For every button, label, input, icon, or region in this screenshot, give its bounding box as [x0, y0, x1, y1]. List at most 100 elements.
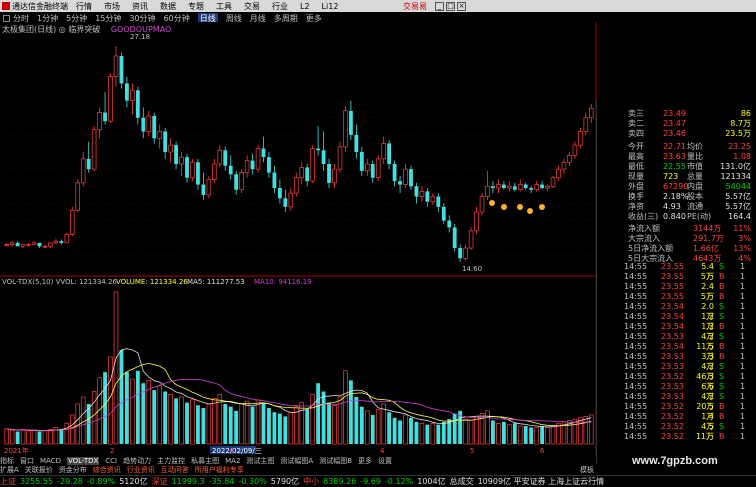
- kline-chart[interactable]: 23.0022.0021.0020.0019.0018.0017.0016.00…: [0, 22, 600, 456]
- menu-item-market[interactable]: 市场: [104, 1, 120, 12]
- menu-item-l2[interactable]: L2: [300, 2, 310, 11]
- tick-price: 23.55: [661, 262, 684, 271]
- volume-bar: [103, 372, 107, 444]
- zx-label[interactable]: 中小: [303, 476, 319, 487]
- volume-bar: [463, 418, 468, 445]
- template-button[interactable]: 模板: [580, 465, 594, 475]
- stat-row: 今开 22.71 均价 23.25: [597, 142, 753, 152]
- candle-body: [468, 230, 474, 249]
- menu-item-topics[interactable]: 专题: [188, 1, 204, 12]
- indicator-tab[interactable]: MACD: [40, 457, 61, 465]
- volume-bar: [496, 422, 501, 445]
- info-tab[interactable]: 扩展A: [0, 465, 19, 475]
- candle-body: [70, 209, 75, 235]
- candle-body: [267, 157, 271, 173]
- volume-bar: [152, 390, 157, 444]
- stat-value: 22.55: [663, 162, 686, 171]
- volume-bar: [332, 404, 337, 445]
- indicator-tab[interactable]: 设置: [378, 456, 392, 466]
- info-tab[interactable]: 互动问答: [161, 465, 189, 475]
- tick-side: S: [719, 372, 725, 381]
- menu-item-data[interactable]: 数据: [160, 1, 176, 12]
- zx-amount: 1004亿: [417, 477, 446, 486]
- tick-count: 1: [740, 262, 746, 271]
- volume-bar: [119, 350, 124, 444]
- indicator-tab[interactable]: 测试主图: [246, 456, 274, 466]
- stock-name: 太极集团(日线): [2, 25, 57, 34]
- candle-body: [359, 152, 364, 171]
- menu-item-quotes[interactable]: 行情: [76, 1, 92, 12]
- volume-bar: [343, 370, 348, 445]
- indicator-tabs: 指标 窗口 MACD VOL-TDX CCI 趋势动力 主力监控 私募主图 MA2 测试主图 测试幅…: [0, 456, 600, 465]
- tick-side: B: [719, 342, 725, 351]
- signal-marker: [501, 204, 507, 210]
- info-tab[interactable]: 资金分布: [59, 465, 87, 475]
- info-tab[interactable]: 所用户福利专享: [195, 465, 244, 475]
- info-tab[interactable]: 综合资讯: [93, 465, 121, 475]
- candle-body: [425, 191, 430, 202]
- menu-bar: 通达信金融终端 行情 市场 资讯 数据 专题 工具 交易 行业 L2 Li12 …: [0, 0, 756, 12]
- volume-bar: [255, 399, 261, 445]
- watermark: www.7gpzb.com: [632, 455, 718, 467]
- maximize-icon[interactable]: □: [446, 1, 455, 11]
- tick-price: 23.53: [661, 362, 684, 371]
- tick-side: S: [719, 312, 725, 321]
- minimize-icon[interactable]: _: [435, 1, 444, 11]
- tick-count: 1: [740, 302, 746, 311]
- volume-bar: [491, 420, 495, 444]
- candle-body: [272, 172, 277, 188]
- volume-bar: [578, 417, 583, 445]
- candle-body: [321, 150, 326, 164]
- volume-bar: [468, 420, 474, 445]
- indicator-tab[interactable]: CCI: [105, 457, 117, 465]
- volume-bar: [70, 414, 75, 445]
- candle-body: [141, 117, 146, 132]
- tick-volume: 5万: [700, 272, 714, 281]
- candle-body: [589, 107, 594, 119]
- tick-volume: 5万: [700, 292, 714, 301]
- tick-price: 23.52: [661, 422, 684, 431]
- candle-body: [414, 186, 419, 197]
- tick-row: 14:55 23.53 4.2万 S 1: [624, 362, 756, 381]
- info-tab[interactable]: 关联报价: [25, 465, 53, 475]
- sz-label[interactable]: 深证: [152, 476, 168, 487]
- ma5-value: MA5: 111277.53: [187, 278, 245, 286]
- indicator-tab[interactable]: VOL-TDX: [66, 456, 100, 465]
- volume-title: VOL-TDX(5,10) VVOL: 121334.26: [2, 278, 117, 286]
- broker-info: 10909亿 平安证券 上海上证云行情: [477, 477, 605, 486]
- date-cursor-label: 2022/02/09/三: [212, 447, 262, 455]
- indicator-tab[interactable]: 测试幅图A: [280, 456, 313, 466]
- tick-count: 1: [740, 382, 746, 391]
- info-tab[interactable]: 行业资讯: [127, 465, 155, 475]
- stat-row: 最高 23.63 量比 1.08: [597, 152, 753, 162]
- volume-bar: [392, 417, 397, 444]
- sh-label[interactable]: 上证: [0, 476, 16, 487]
- indicator-tab[interactable]: 测试幅图B: [319, 456, 352, 466]
- close-icon[interactable]: ×: [457, 1, 466, 11]
- tick-count: 1: [740, 392, 746, 401]
- trade-button[interactable]: 交易易: [403, 1, 427, 12]
- x-axis-label: 5: [470, 447, 474, 455]
- stat-label-2: 均价: [687, 142, 703, 151]
- volume-bar: [534, 427, 539, 445]
- volume-bar: [163, 391, 168, 444]
- stat-row: 净资 4.93 流通 5.57亿: [597, 202, 753, 212]
- indicator-tab[interactable]: 更多: [358, 456, 372, 466]
- menu-item-tools[interactable]: 工具: [216, 1, 232, 12]
- menu-item-news[interactable]: 资讯: [132, 1, 148, 12]
- candle-body: [190, 161, 195, 179]
- flow-pct: 11%: [733, 224, 751, 233]
- volume-bar: [157, 385, 162, 445]
- flow-row: 5日净流入额 1.66亿 13%: [597, 244, 753, 254]
- tick-count: 1: [740, 292, 746, 301]
- menu-item-li12[interactable]: Li12: [322, 2, 339, 11]
- tick-row: 14:55 23.55 2.4万 B 1: [624, 282, 756, 301]
- indicator-tab[interactable]: MA2: [225, 457, 240, 465]
- menu-item-trade[interactable]: 交易: [244, 1, 260, 12]
- layout-icon[interactable]: [3, 14, 10, 22]
- volume-bar: [80, 396, 86, 445]
- flow-pct: 13%: [733, 244, 751, 253]
- menu-item-industry[interactable]: 行业: [272, 1, 288, 12]
- tick-time: 14:55: [624, 332, 648, 341]
- candle-body: [119, 56, 124, 84]
